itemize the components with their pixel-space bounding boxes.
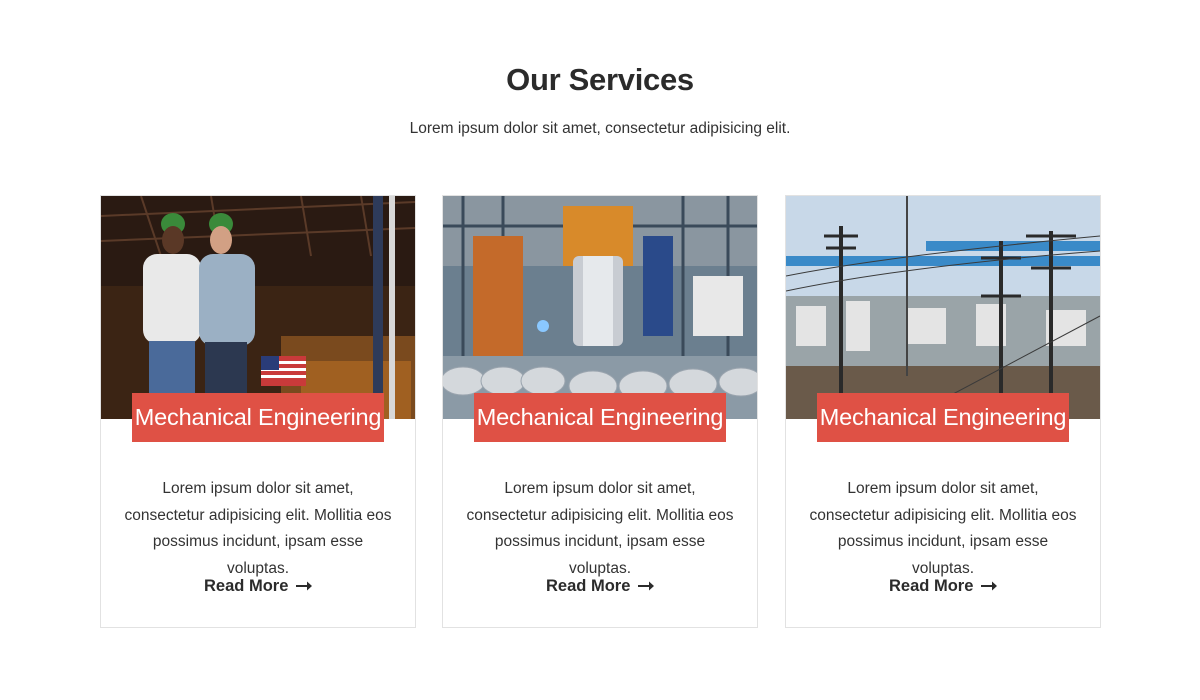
- read-more-label: Read More: [889, 577, 974, 595]
- steel-coil-factory-photo: [443, 196, 757, 419]
- card-title: Mechanical Engineering: [132, 393, 384, 442]
- service-card: Mechanical Engineering Lorem ipsum dolor…: [100, 195, 416, 628]
- read-more-label: Read More: [204, 577, 289, 595]
- section-subtitle: Lorem ipsum dolor sit amet, consectetur …: [409, 120, 791, 137]
- service-card: Mechanical Engineering Lorem ipsum dolor…: [442, 195, 758, 628]
- arrow-right-icon: [637, 581, 654, 591]
- card-description: Lorem ipsum dolor sit amet, consectetur …: [466, 480, 734, 577]
- read-more-link[interactable]: Read More: [101, 577, 415, 596]
- arrow-right-icon: [980, 581, 997, 591]
- arrow-right-icon: [295, 581, 312, 591]
- read-more-link[interactable]: Read More: [786, 577, 1100, 596]
- card-title: Mechanical Engineering: [474, 393, 726, 442]
- read-more-label: Read More: [546, 577, 631, 595]
- rail-yard-photo: [786, 196, 1100, 419]
- card-description: Lorem ipsum dolor sit amet, consectetur …: [809, 480, 1077, 577]
- card-description: Lorem ipsum dolor sit amet, consectetur …: [124, 480, 392, 577]
- service-card: Mechanical Engineering Lorem ipsum dolor…: [785, 195, 1101, 628]
- read-more-link[interactable]: Read More: [443, 577, 757, 596]
- card-title: Mechanical Engineering: [817, 393, 1069, 442]
- steelworkers-photo: [101, 196, 415, 419]
- section-title: Our Services: [506, 62, 694, 97]
